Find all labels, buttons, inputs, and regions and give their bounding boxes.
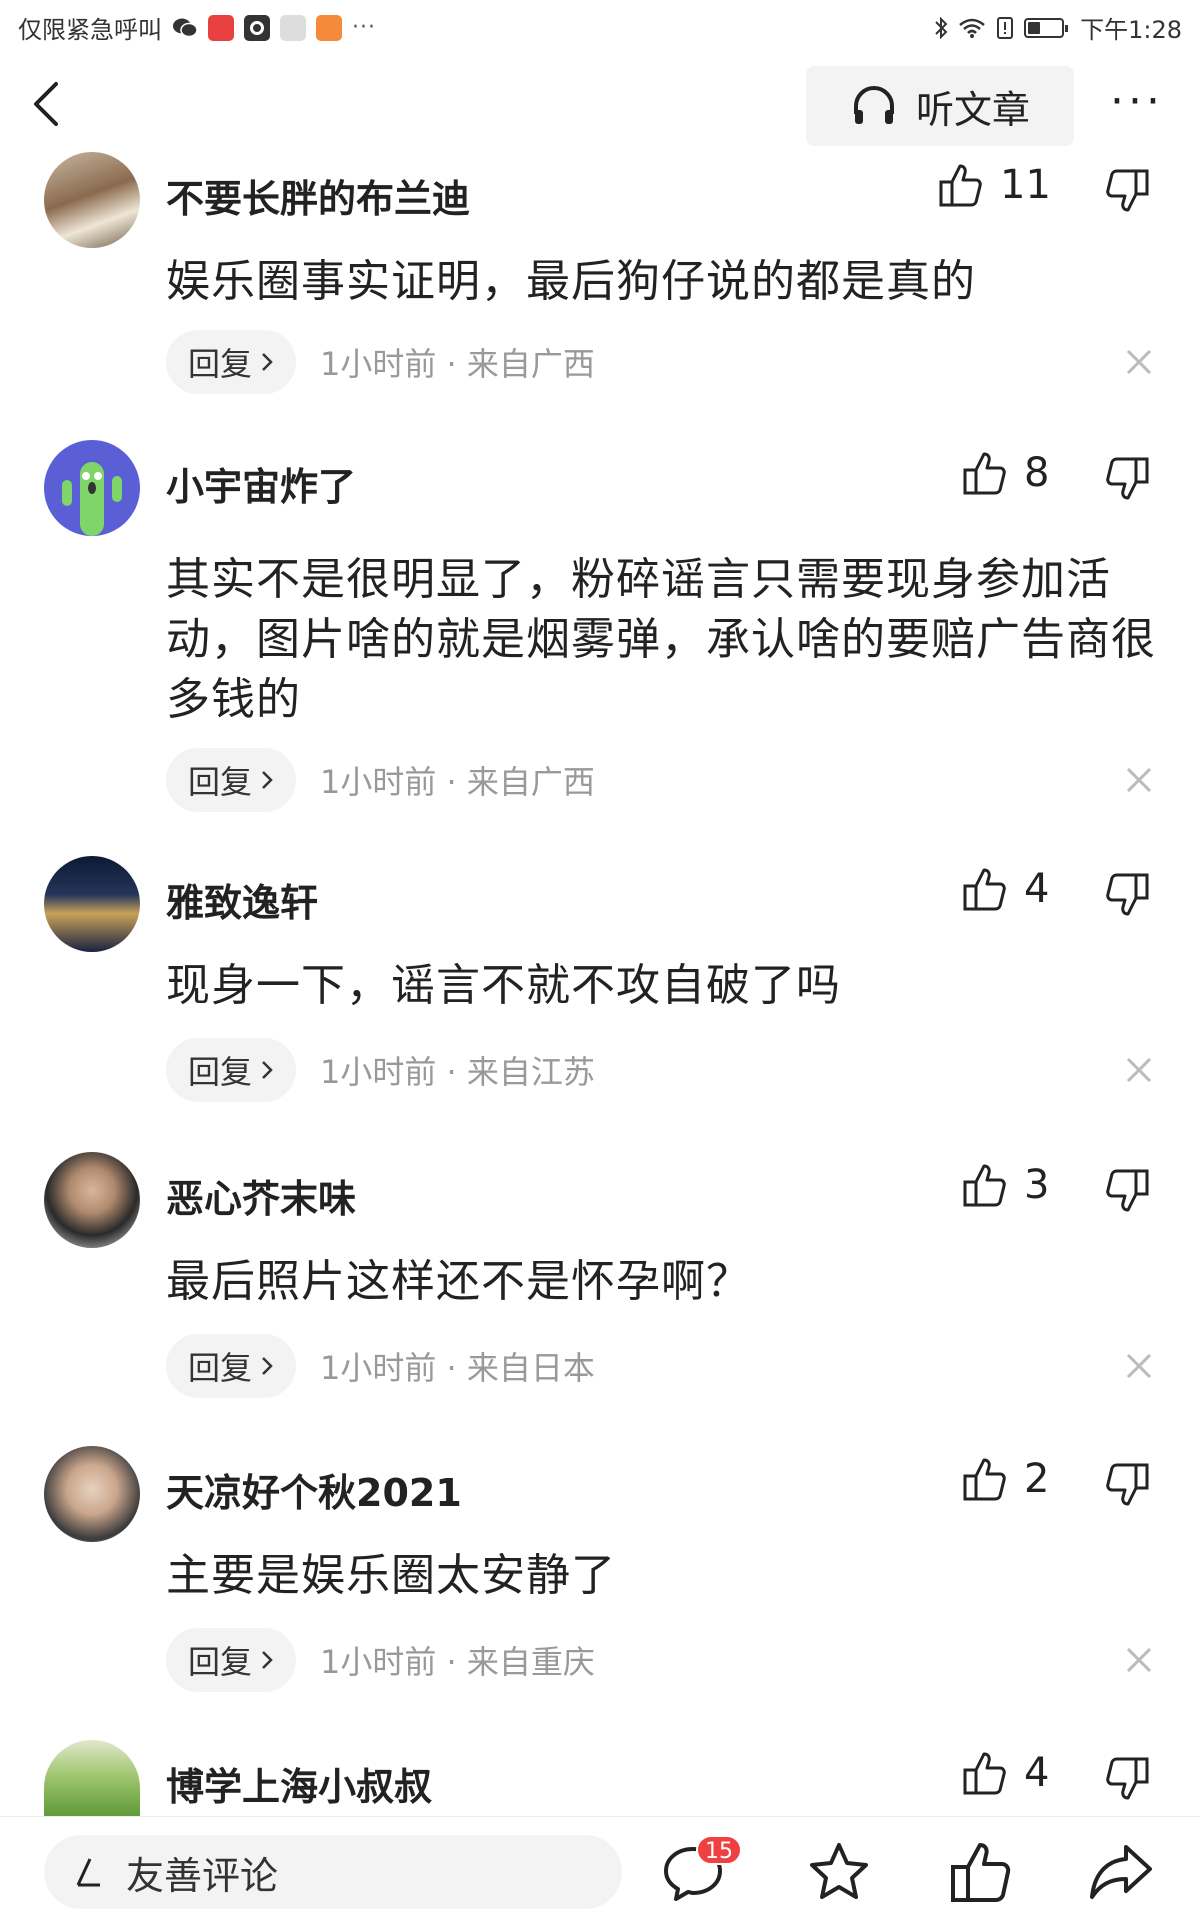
- like-count: 3: [1024, 1162, 1050, 1208]
- like-button[interactable]: 3: [962, 1162, 1049, 1208]
- listen-article-button[interactable]: 听文章: [806, 66, 1074, 146]
- thumbs-down-icon[interactable]: [1104, 872, 1150, 918]
- orange-app-icon: [316, 14, 342, 41]
- comment-meta: 1小时前 · 来自重庆: [320, 1643, 595, 1681]
- comment-text: 娱乐圈事实证明，最后狗仔说的都是真的: [166, 256, 976, 307]
- chevron-right-icon: [262, 353, 273, 371]
- toutiao-icon: [208, 14, 234, 41]
- close-icon[interactable]: [1124, 1055, 1154, 1085]
- reply-button[interactable]: 回复: [166, 330, 297, 394]
- font-app-icon: [280, 14, 306, 41]
- avatar[interactable]: [44, 856, 140, 952]
- thumbs-down-icon[interactable]: [1104, 1756, 1150, 1802]
- thumbs-down-icon[interactable]: [1104, 168, 1150, 214]
- comment-meta: 1小时前 · 来自江苏: [320, 1053, 595, 1091]
- avatar[interactable]: [44, 1152, 140, 1248]
- username[interactable]: 雅致逸轩: [166, 872, 318, 927]
- chevron-right-icon: [262, 1357, 273, 1375]
- reply-label: 回复: [188, 763, 253, 801]
- camera-app-icon: [244, 14, 270, 41]
- cactus-avatar-icon: [62, 462, 122, 536]
- top-nav: 听文章 ···: [0, 62, 1200, 146]
- avatar[interactable]: [44, 1446, 140, 1542]
- battery-icon: [1024, 17, 1069, 38]
- bluetooth-icon: [935, 16, 948, 39]
- thumbs-up-icon: [939, 164, 982, 207]
- like-button[interactable]: 2: [962, 1456, 1049, 1502]
- avatar[interactable]: [44, 440, 140, 536]
- bottom-bar: 友善评论 15: [0, 1816, 1200, 1920]
- like-count: 11: [1000, 162, 1051, 208]
- like-count: 2: [1024, 1456, 1050, 1502]
- reply-button[interactable]: 回复: [166, 1628, 297, 1692]
- star-icon[interactable]: [806, 1839, 872, 1905]
- username[interactable]: 天凉好个秋2021: [166, 1462, 462, 1517]
- username[interactable]: 博学上海小叔叔: [166, 1756, 432, 1811]
- username[interactable]: 恶心芥末味: [166, 1168, 356, 1223]
- like-count: 4: [1024, 1750, 1050, 1796]
- wechat-icon: [173, 18, 198, 37]
- reply-button[interactable]: 回复: [166, 1038, 297, 1102]
- avatar[interactable]: [44, 152, 140, 248]
- chevron-left-icon[interactable]: [22, 76, 78, 132]
- carrier-label: 仅限紧急呼叫: [18, 16, 162, 44]
- like-count: 4: [1024, 866, 1050, 912]
- comment-meta: 1小时前 · 来自广西: [320, 763, 595, 801]
- comment-meta: 1小时前 · 来自日本: [320, 1349, 595, 1387]
- listen-article-label: 听文章: [915, 87, 1030, 132]
- comment-text: 主要是娱乐圈太安静了: [166, 1550, 616, 1601]
- username[interactable]: 不要长胖的布兰迪: [166, 168, 470, 223]
- chevron-right-icon: [262, 1651, 273, 1669]
- status-bar: 仅限紧急呼叫 ··· 下午1:28: [0, 0, 1200, 56]
- pen-icon: [76, 1858, 100, 1887]
- comment-meta: 1小时前 · 来自广西: [320, 345, 595, 383]
- thumbs-up-icon: [963, 1458, 1006, 1501]
- thumbs-down-icon[interactable]: [1104, 1462, 1150, 1508]
- close-icon[interactable]: [1124, 1351, 1154, 1381]
- thumbs-up-icon: [963, 1164, 1006, 1207]
- reply-button[interactable]: 回复: [166, 1334, 297, 1398]
- wifi-icon: [959, 18, 985, 38]
- comment-text: 现身一下，谣言不就不攻自破了吗: [166, 960, 841, 1011]
- username[interactable]: 小宇宙炸了: [166, 456, 356, 511]
- reply-label: 回复: [188, 1643, 253, 1681]
- headphones-icon: [853, 86, 894, 124]
- thumbs-up-icon[interactable]: [948, 1839, 1014, 1905]
- thumbs-down-icon[interactable]: [1104, 1168, 1150, 1214]
- comment-text: 最后照片这样还不是怀孕啊？: [166, 1256, 751, 1307]
- more-button[interactable]: ···: [1110, 80, 1164, 124]
- chevron-right-icon: [262, 771, 273, 789]
- status-overflow: ···: [352, 15, 376, 40]
- close-icon[interactable]: [1124, 1645, 1154, 1675]
- close-icon[interactable]: [1124, 765, 1154, 795]
- chevron-right-icon: [262, 1061, 273, 1079]
- like-button[interactable]: 11: [938, 162, 1051, 208]
- avatar[interactable]: [44, 1740, 140, 1816]
- alert-icon: [997, 16, 1014, 39]
- thumbs-up-icon: [963, 452, 1006, 495]
- reply-label: 回复: [188, 1053, 253, 1091]
- like-count: 8: [1024, 450, 1050, 496]
- comment-input[interactable]: 友善评论: [44, 1835, 622, 1909]
- comment-text: 其实不是很明显了，粉碎谣言只需要现身参加活动，图片啥的就是烟雾弹，承认啥的要赔广…: [166, 554, 1156, 725]
- thumbs-down-icon[interactable]: [1104, 456, 1150, 502]
- share-icon[interactable]: [1088, 1839, 1154, 1905]
- like-button[interactable]: 4: [962, 866, 1049, 912]
- like-button[interactable]: 4: [962, 1750, 1049, 1796]
- comment-input-placeholder: 友善评论: [126, 1853, 279, 1898]
- status-time: 下午1:28: [1080, 16, 1182, 44]
- reply-button[interactable]: 回复: [166, 748, 297, 812]
- thumbs-up-icon: [963, 1752, 1006, 1795]
- thumbs-up-icon: [963, 868, 1006, 911]
- like-button[interactable]: 8: [962, 450, 1049, 496]
- reply-label: 回复: [188, 345, 253, 383]
- close-icon[interactable]: [1124, 347, 1154, 377]
- comment-count-badge: 15: [696, 1835, 742, 1865]
- reply-label: 回复: [188, 1349, 253, 1387]
